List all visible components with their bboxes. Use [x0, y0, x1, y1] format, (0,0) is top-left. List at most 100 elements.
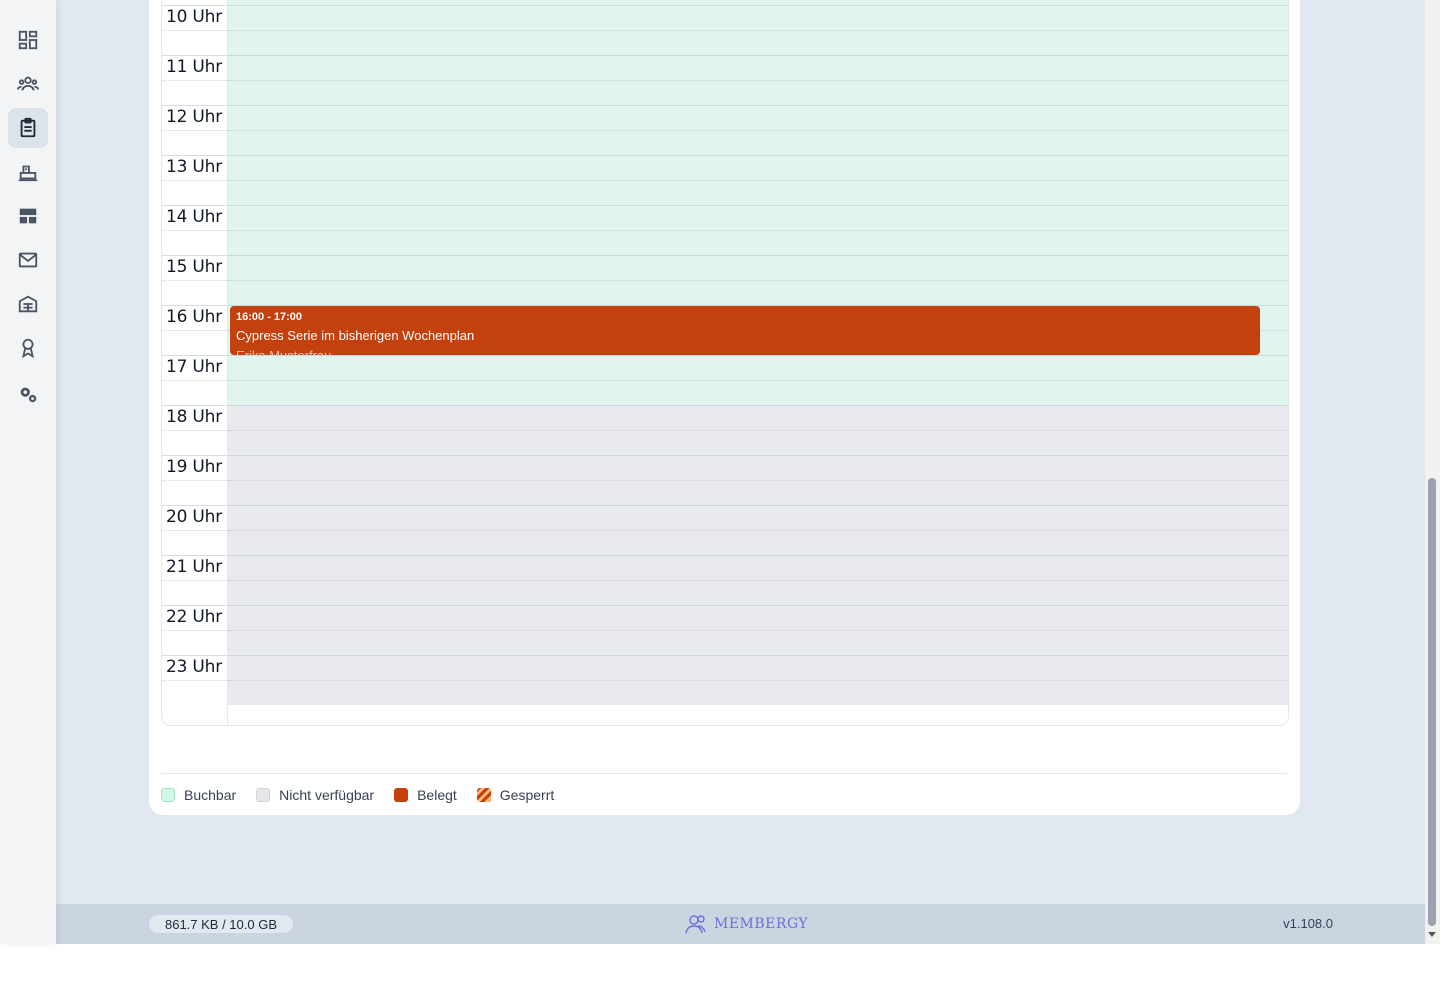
time-hour-line	[162, 505, 227, 506]
nav-layout[interactable]	[8, 196, 48, 236]
hour-line	[228, 605, 1288, 606]
legend-divider	[161, 773, 1287, 774]
calendar-card: 10 Uhr 11 Uhr 12 Uhr 13 Uhr 14 Uhr 15 Uhr 16 U…	[149, 0, 1300, 815]
time-hour-line	[162, 55, 227, 56]
time-half-line	[162, 680, 227, 681]
hour-label: 13 Uhr	[165, 157, 222, 177]
time-column: 10 Uhr 11 Uhr 12 Uhr 13 Uhr 14 Uhr 15 Uhr 16 U…	[162, 0, 228, 725]
time-half-line	[162, 580, 227, 581]
legend-booked-label: Belegt	[417, 787, 457, 803]
page-scrollbar[interactable]	[1425, 0, 1440, 944]
legend-unavailable-label: Nicht verfügbar	[279, 787, 375, 803]
time-hour-line	[162, 555, 227, 556]
time-half-line	[162, 130, 227, 131]
time-hour-line	[162, 255, 227, 256]
building-icon	[18, 295, 38, 313]
hour-label: 21 Uhr	[165, 557, 222, 577]
sidebar	[0, 0, 56, 944]
hour-line	[228, 105, 1288, 106]
time-half-line	[162, 530, 227, 531]
legend-blocked-label: Gesperrt	[499, 787, 555, 803]
time-hour-line	[162, 455, 227, 456]
booking-event[interactable]: 16:00 - 17:00 Cypress Serie im bisherigen…	[230, 306, 1260, 355]
nav-courts[interactable]	[8, 152, 48, 192]
half-hour-line	[228, 380, 1288, 381]
legend-available-label: Buchbar	[184, 787, 237, 803]
hour-label: 10 Uhr	[165, 7, 222, 27]
half-hour-line	[228, 30, 1288, 31]
time-half-line	[162, 380, 227, 381]
day-calendar: 10 Uhr 11 Uhr 12 Uhr 13 Uhr 14 Uhr 15 Uhr 16 U…	[161, 0, 1289, 726]
half-hour-line	[228, 230, 1288, 231]
hour-line	[228, 255, 1288, 256]
slot-grid[interactable]: 16:00 - 17:00 Cypress Serie im bisherigen…	[228, 0, 1288, 725]
time-hour-line	[162, 205, 227, 206]
brand-logo-icon	[685, 915, 706, 934]
event-title: Cypress Serie im bisherigen Wochenplan	[236, 328, 475, 343]
time-hour-line	[162, 5, 227, 6]
hour-line	[228, 555, 1288, 556]
footer: 861.7 KB / 10.0 GB MEMBERGY v1.108.0	[56, 904, 1425, 944]
time-hour-line	[162, 405, 227, 406]
storage-usage: 861.7 KB / 10.0 GB	[149, 915, 293, 933]
time-half-line	[162, 180, 227, 181]
dashboard-icon	[18, 30, 38, 50]
hour-line	[228, 5, 1288, 6]
award-icon	[22, 338, 34, 359]
legend-unavailable: Nicht verfügbar	[256, 787, 374, 803]
half-hour-line	[228, 480, 1288, 481]
court-icon	[18, 165, 38, 182]
time-half-line	[162, 330, 227, 331]
brand-logo[interactable]: MEMBERGY	[684, 913, 808, 935]
clipboard-icon	[20, 117, 36, 138]
time-half-line	[162, 80, 227, 81]
nav-dashboard[interactable]	[8, 20, 48, 60]
hour-line	[228, 505, 1288, 506]
hour-line	[228, 55, 1288, 56]
hour-label: 15 Uhr	[165, 257, 222, 277]
blocked-swatch	[476, 788, 491, 802]
members-icon	[17, 76, 39, 91]
half-hour-line	[228, 280, 1288, 281]
half-hour-line	[228, 530, 1288, 531]
nav-settings[interactable]	[8, 374, 48, 414]
event-time: 16:00 - 17:00	[236, 311, 303, 323]
time-half-line	[162, 430, 227, 431]
half-hour-line	[228, 130, 1288, 131]
hour-line	[228, 355, 1288, 356]
time-hour-line	[162, 305, 227, 306]
time-half-line	[162, 280, 227, 281]
scrollbar-thumb[interactable]	[1428, 478, 1436, 926]
hour-label: 19 Uhr	[165, 457, 222, 477]
time-half-line	[162, 630, 227, 631]
brand-name: MEMBERGY	[714, 916, 809, 932]
unavailable-swatch	[256, 788, 271, 802]
time-hour-line	[162, 605, 227, 606]
hour-label: 11 Uhr	[165, 57, 222, 77]
app-version: v1.108.0	[1283, 916, 1333, 931]
nav-facility[interactable]	[8, 284, 48, 324]
half-hour-line	[228, 80, 1288, 81]
mail-icon	[18, 252, 38, 268]
nav-mail[interactable]	[8, 240, 48, 280]
hour-line	[228, 205, 1288, 206]
hour-label: 18 Uhr	[165, 407, 222, 427]
legend-available: Buchbar	[161, 787, 236, 803]
hour-label: 17 Uhr	[165, 357, 222, 377]
hour-label: 22 Uhr	[165, 607, 222, 627]
scroll-down-arrow[interactable]	[1428, 932, 1436, 937]
event-person: Erika Musterfrau	[236, 347, 1254, 355]
hour-line	[228, 655, 1288, 656]
hour-line	[228, 455, 1288, 456]
layout-icon	[19, 208, 37, 224]
main-content: 10 Uhr 11 Uhr 12 Uhr 13 Uhr 14 Uhr 15 Uhr 16 U…	[56, 0, 1425, 904]
time-half-line	[162, 230, 227, 231]
nav-bookings[interactable]	[8, 108, 48, 148]
hour-label: 20 Uhr	[165, 507, 222, 527]
nav-awards[interactable]	[8, 328, 48, 368]
time-half-line	[162, 30, 227, 31]
legend-booked: Belegt	[394, 787, 457, 803]
half-hour-line	[228, 430, 1288, 431]
hour-line	[228, 155, 1288, 156]
nav-members[interactable]	[8, 64, 48, 104]
